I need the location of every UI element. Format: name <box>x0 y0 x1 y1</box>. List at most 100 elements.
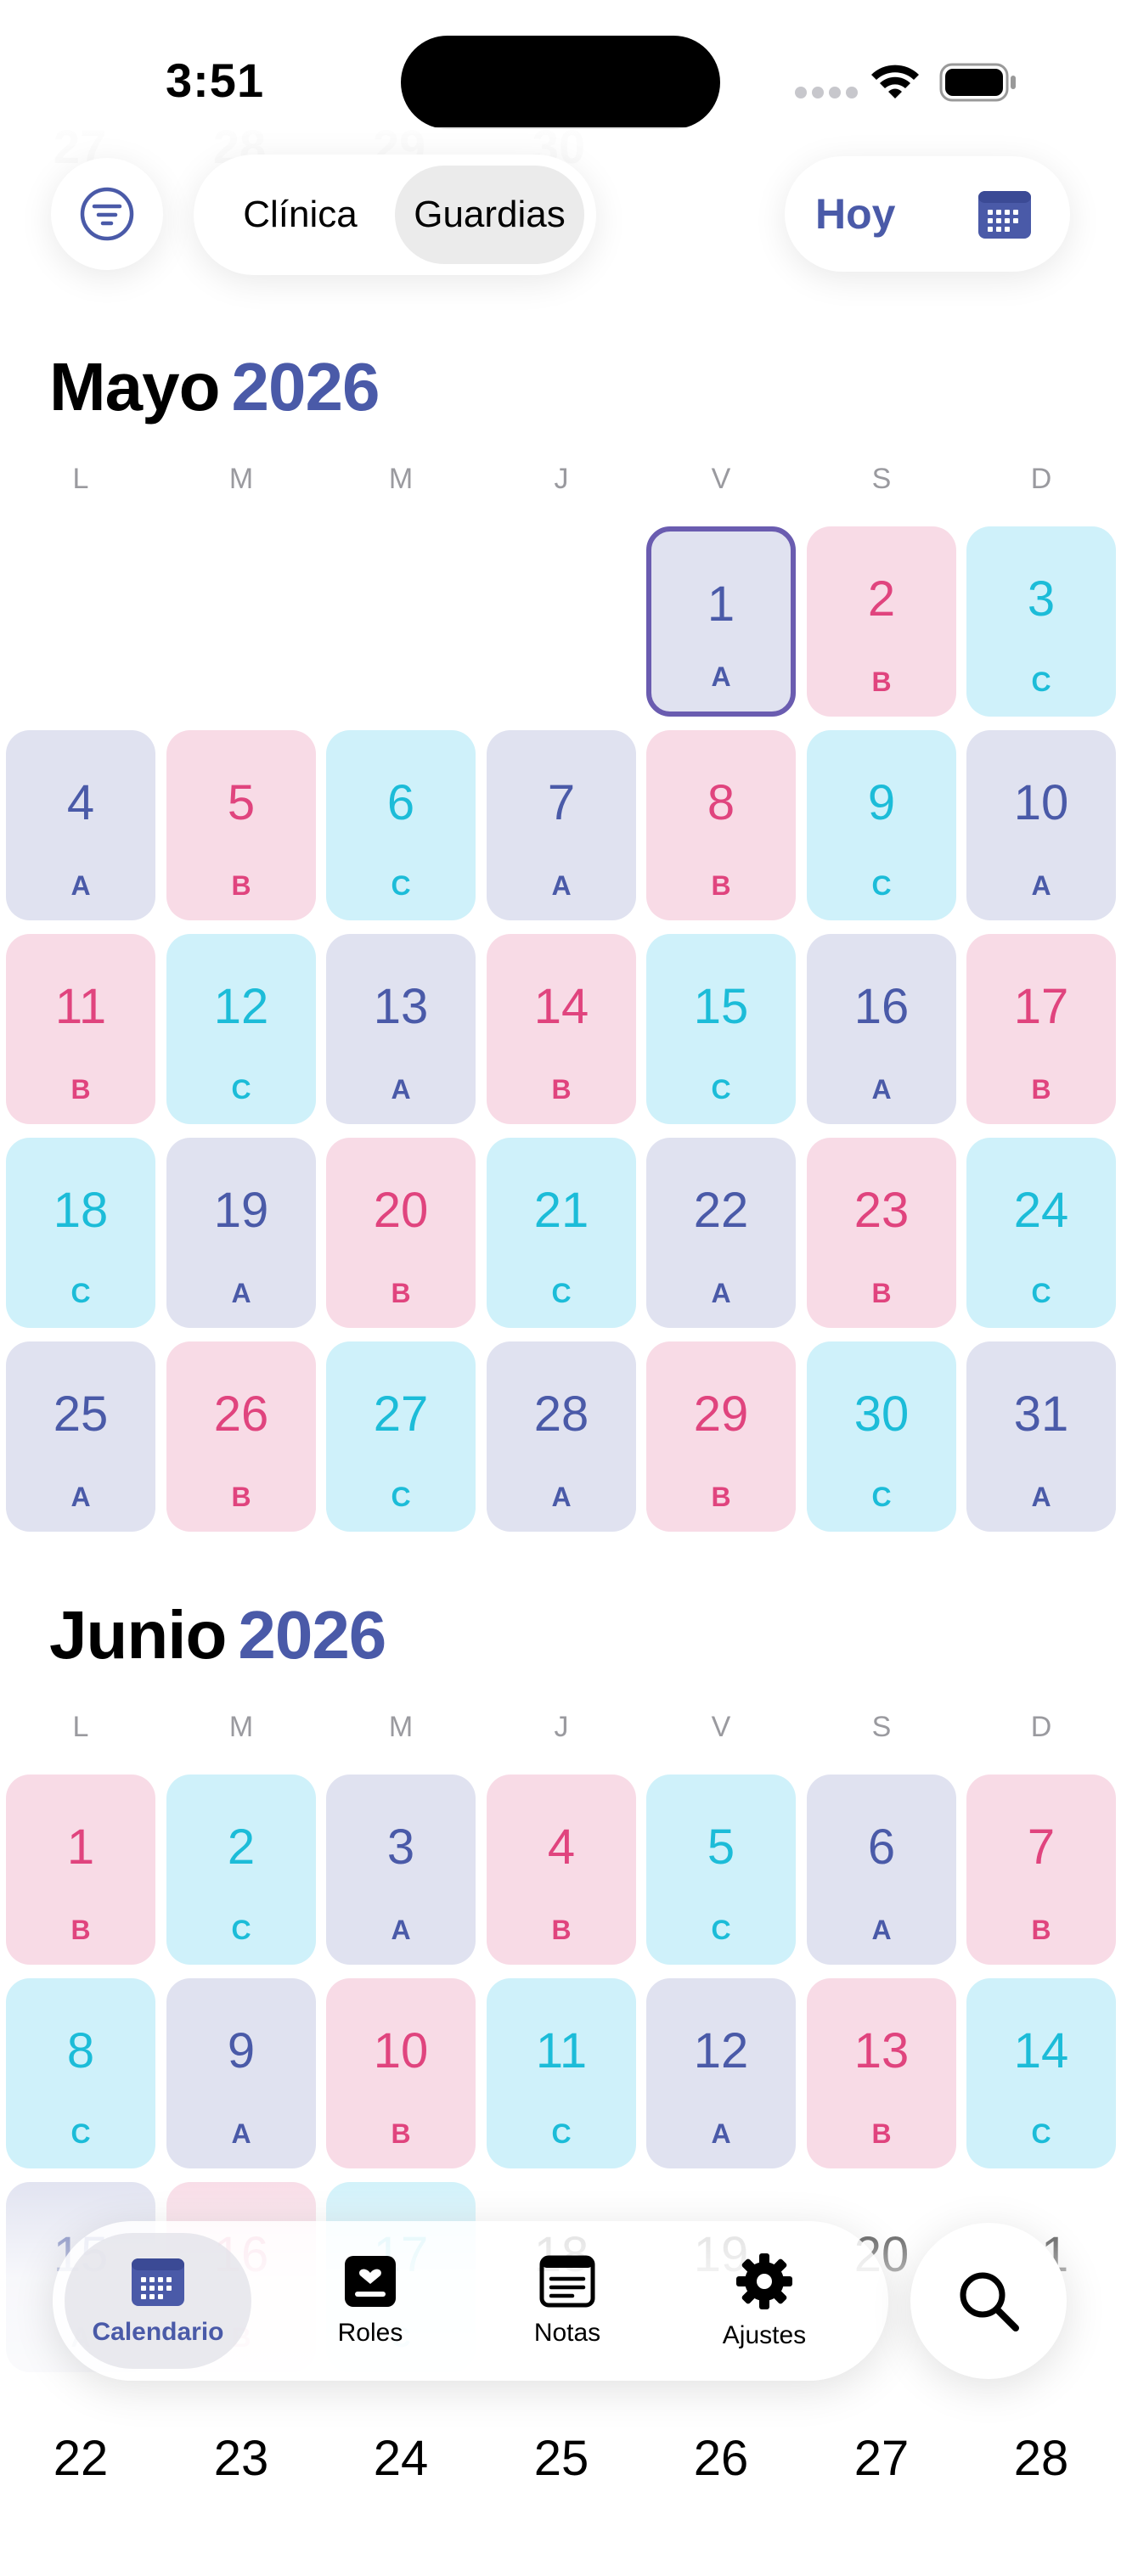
day-cell[interactable]: 24 C <box>966 1138 1116 1328</box>
day-cell[interactable]: 30 C <box>807 1341 956 1532</box>
day-number: 22 <box>693 1183 749 1238</box>
today-button[interactable]: Hoy <box>815 189 895 239</box>
day-cell[interactable]: 2C <box>166 1775 316 1965</box>
segment-clinica[interactable]: Clínica <box>206 166 395 264</box>
day-cell[interactable]: 18 C <box>6 1138 155 1328</box>
day-cell[interactable]: 14 B <box>487 934 636 1124</box>
weekday-label: M <box>228 463 254 495</box>
day-cell[interactable]: 22 A <box>646 1138 796 1328</box>
day-cell[interactable]: 3C <box>966 526 1116 717</box>
day-cell[interactable]: 11 C <box>487 1978 636 2168</box>
shift-label: C <box>391 1482 411 1512</box>
day-cell[interactable]: 14 C <box>966 1978 1116 2168</box>
day-cell[interactable]: 2B <box>807 526 956 717</box>
day-cell[interactable]: 3A <box>326 1775 476 1965</box>
day-number: 22 <box>53 2431 109 2486</box>
day-cell[interactable]: 26 B <box>166 1341 316 1532</box>
day-cell[interactable]: 21 C <box>487 1138 636 1328</box>
day-cell[interactable]: 25 A <box>6 1341 155 1532</box>
day-cell[interactable]: 5B <box>166 730 316 920</box>
day-cell[interactable]: 5C <box>646 1775 796 1965</box>
shift-label: A <box>1031 870 1051 901</box>
day-number: 8 <box>707 775 735 830</box>
shift-label: A <box>871 1074 892 1105</box>
day-number: 28 <box>1013 2431 1069 2486</box>
tab-roles[interactable]: Roles <box>272 2221 469 2381</box>
weekday-label: J <box>554 1711 569 1743</box>
filter-button[interactable] <box>51 158 163 270</box>
day-cell[interactable]: 9A <box>166 1978 316 2168</box>
day-number: 13 <box>853 2023 910 2078</box>
weekday-label: D <box>1030 463 1052 495</box>
shift-label: C <box>551 2118 572 2149</box>
tab-notas[interactable]: Notas <box>469 2221 666 2381</box>
day-number: 14 <box>533 979 589 1034</box>
day-number: 4 <box>66 775 95 830</box>
shift-label: C <box>871 870 892 901</box>
day-cell[interactable]: 8B <box>646 730 796 920</box>
day-cell[interactable]: 23 B <box>807 1138 956 1328</box>
day-cell[interactable]: 11 B <box>6 934 155 1124</box>
day-number: 5 <box>707 1820 735 1875</box>
day-cell[interactable]: 12 A <box>646 1978 796 2168</box>
cellular-signal-icon <box>795 87 858 98</box>
shift-label: C <box>231 1915 251 1945</box>
day-cell[interactable]: 27 C <box>326 1341 476 1532</box>
day-cell[interactable]: 7A <box>487 730 636 920</box>
day-cell[interactable]: 4A <box>6 730 155 920</box>
day-number: 21 <box>533 1183 589 1238</box>
day-cell[interactable]: 16 A <box>807 934 956 1124</box>
day-cell-today[interactable]: 1A <box>646 526 796 717</box>
day-cell[interactable]: 1B <box>6 1775 155 1965</box>
day-cell[interactable]: 20 B <box>326 1138 476 1328</box>
day-cell[interactable]: 6C <box>326 730 476 920</box>
day-number: 11 <box>535 2023 588 2078</box>
shift-label: B <box>70 1074 91 1105</box>
day-cell[interactable]: 17 B <box>966 934 1116 1124</box>
day-number: 23 <box>213 2431 269 2486</box>
shift-label: B <box>711 870 731 901</box>
day-cell[interactable]: 4B <box>487 1775 636 1965</box>
day-number: 7 <box>547 775 576 830</box>
tab-bar: Calendario Roles Notas Ajustes <box>53 2221 888 2381</box>
day-number: 16 <box>853 979 910 1034</box>
day-cell[interactable]: 15 C <box>646 934 796 1124</box>
shift-label: C <box>70 1278 91 1308</box>
day-cell[interactable]: 8C <box>6 1978 155 2168</box>
tab-ajustes[interactable]: Ajustes <box>666 2221 863 2381</box>
day-cell[interactable]: 9C <box>807 730 956 920</box>
day-number: 25 <box>53 1386 109 1442</box>
day-cell[interactable]: 6A <box>807 1775 956 1965</box>
shift-label: A <box>1031 1482 1051 1512</box>
wifi-icon <box>871 65 919 98</box>
day-number: 17 <box>1013 979 1069 1034</box>
day-number: 10 <box>373 2023 429 2078</box>
shift-label: B <box>1031 1915 1051 1945</box>
day-cell[interactable]: 31 A <box>966 1341 1116 1532</box>
day-cell[interactable]: 19 A <box>166 1138 316 1328</box>
day-number: 1 <box>66 1820 95 1875</box>
mode-segmented-control: Clínica Guardias <box>194 155 596 275</box>
shift-label: A <box>391 1074 411 1105</box>
segment-guardias[interactable]: Guardias <box>395 166 584 264</box>
calendar-icon[interactable] <box>977 188 1033 240</box>
search-button[interactable] <box>910 2223 1067 2379</box>
day-number: 11 <box>54 979 107 1034</box>
day-cell[interactable]: 7B <box>966 1775 1116 1965</box>
day-number: 28 <box>533 1386 589 1442</box>
weekday-label: V <box>711 1711 731 1743</box>
day-cell[interactable]: 13 B <box>807 1978 956 2168</box>
weekday-label: M <box>228 1711 254 1743</box>
day-cell[interactable]: 10 A <box>966 730 1116 920</box>
shift-label: A <box>711 661 731 692</box>
day-cell[interactable]: 10 B <box>326 1978 476 2168</box>
tab-calendario[interactable]: Calendario <box>65 2233 251 2369</box>
weekday-label: M <box>388 1711 414 1743</box>
day-cell[interactable]: 29 B <box>646 1341 796 1532</box>
day-cell[interactable]: 28 A <box>487 1341 636 1532</box>
day-number: 15 <box>693 979 749 1034</box>
day-cell[interactable]: 12 C <box>166 934 316 1124</box>
day-cell[interactable]: 13 A <box>326 934 476 1124</box>
shift-label: C <box>1031 1278 1051 1308</box>
weekday-label: M <box>388 463 414 495</box>
